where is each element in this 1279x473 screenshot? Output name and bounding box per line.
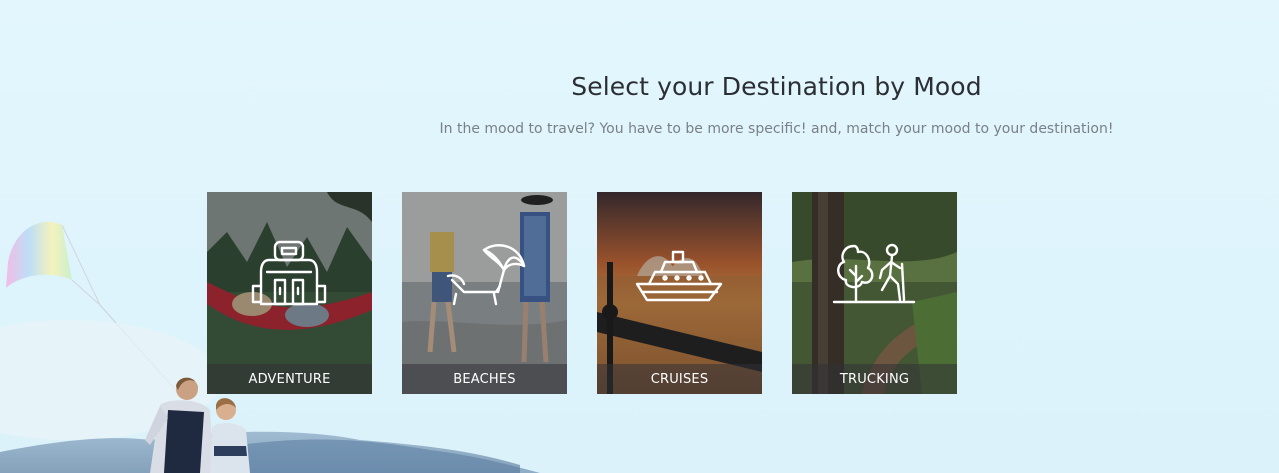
card-adventure[interactable]: ADVENTURE — [207, 192, 372, 394]
section-subtitle: In the mood to travel? You have to be mo… — [439, 121, 1114, 137]
card-label-beaches: BEACHES — [453, 372, 516, 387]
cruise-ship-icon — [635, 250, 723, 302]
beach-umbrella-icon — [446, 244, 526, 306]
card-label-trucking: TRUCKING — [839, 372, 910, 387]
card-trucking[interactable]: TRUCKING — [792, 192, 957, 394]
mood-cards: ADVENTURE BEACHES CRUISES TRUCKING — [207, 192, 957, 394]
card-beaches[interactable]: BEACHES — [402, 192, 567, 394]
card-label-cruises: CRUISES — [650, 372, 709, 387]
card-label-adventure: ADVENTURE — [248, 372, 331, 387]
hiking-trail-icon — [832, 243, 916, 304]
backpack-icon — [251, 240, 327, 306]
section-title: Select your Destination by Mood — [571, 72, 982, 101]
card-cruises[interactable]: CRUISES — [597, 192, 762, 394]
